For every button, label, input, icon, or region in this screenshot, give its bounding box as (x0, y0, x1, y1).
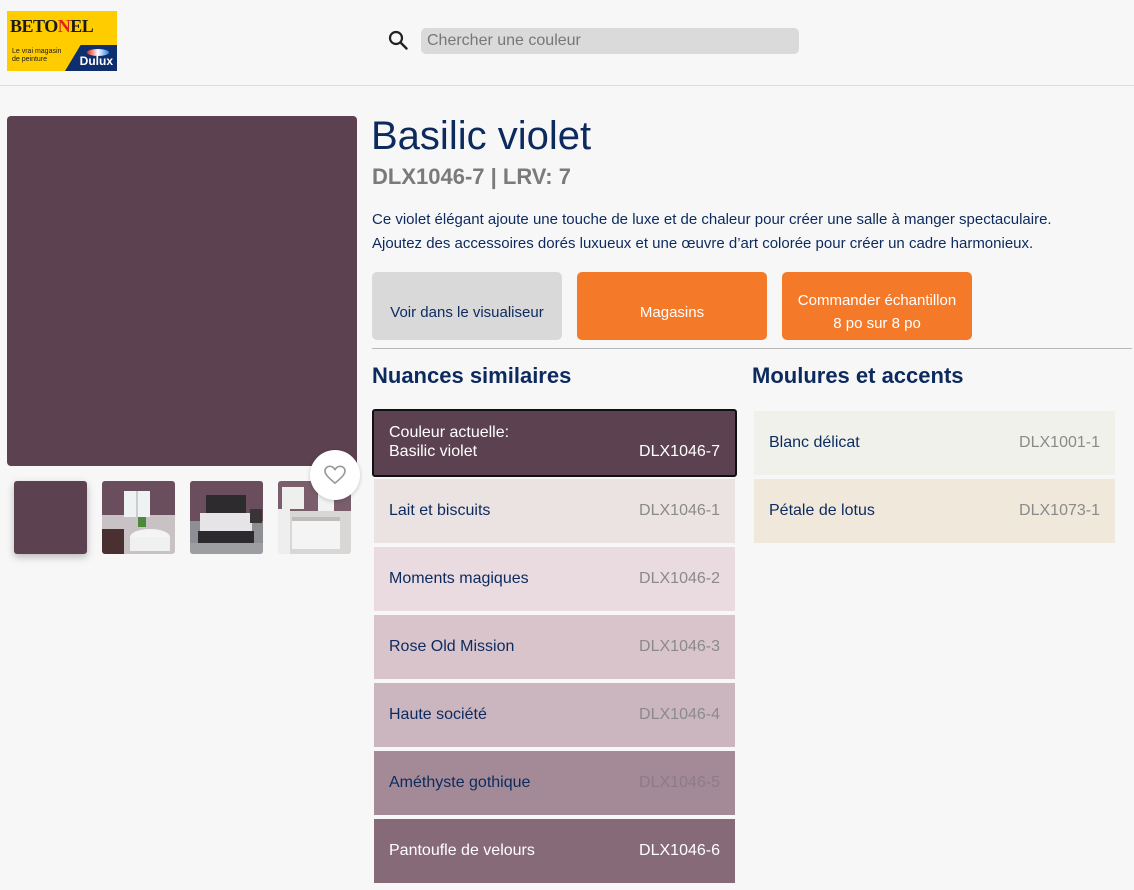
current-label: Couleur actuelle: (389, 424, 510, 441)
description-line-1: Ce violet élégant ajoute une touche de l… (372, 211, 1052, 228)
similar-shades-title: Nuances similaires (372, 363, 572, 388)
similar-shade-row[interactable]: Moments magiques DLX1046-2 (374, 547, 735, 611)
trim-row[interactable]: Blanc délicat DLX1001-1 (754, 411, 1115, 475)
color-description: Ce violet élégant ajoute une touche de l… (372, 208, 1132, 256)
betonel-dulux-logo[interactable]: BETONEL Le vrai magasin de peinture Dulu… (7, 11, 117, 71)
order-sample-button[interactable]: Commander échantillon 8 po sur 8 po (782, 272, 972, 340)
shade-code: DLX1046-3 (639, 638, 720, 655)
trim-name: Pétale de lotus (769, 502, 875, 519)
shade-name: Pantoufle de velours (389, 842, 535, 859)
similar-shade-row[interactable]: Haute société DLX1046-4 (374, 683, 735, 747)
color-code-lrv: DLX1046-7 | LRV: 7 (372, 164, 571, 189)
description-line-2: Ajoutez des accessoires dorés luxueux et… (372, 235, 1034, 252)
shade-code: DLX1046-5 (639, 774, 720, 791)
similar-shade-row[interactable]: Pantoufle de velours DLX1046-6 (374, 819, 735, 883)
site-header: BETONEL Le vrai magasin de peinture Dulu… (0, 0, 1134, 86)
search-icon[interactable] (388, 30, 408, 50)
main-color-swatch (7, 116, 357, 466)
color-name: Basilic violet (371, 114, 592, 158)
search-input[interactable] (421, 28, 799, 54)
bathroom-image (102, 481, 175, 554)
favorite-button[interactable] (310, 450, 360, 500)
thumbnail-bedroom[interactable] (190, 481, 263, 554)
shade-name: Haute société (389, 706, 487, 723)
similar-shade-current[interactable]: Couleur actuelle: Basilic violet DLX1046-… (372, 409, 737, 477)
order-sample-label: Commander échantillon (797, 292, 957, 309)
shade-name: Rose Old Mission (389, 638, 515, 655)
shade-code: DLX1046-6 (639, 842, 720, 859)
shade-name: Moments magiques (389, 570, 529, 587)
current-shade-code: DLX1046-7 (639, 443, 720, 460)
heart-icon (324, 465, 346, 485)
thumbnail-swatch[interactable] (14, 481, 87, 554)
visualiser-button[interactable]: Voir dans le visualiseur (372, 272, 562, 340)
section-divider (372, 348, 1132, 349)
shade-code: DLX1046-1 (639, 502, 720, 519)
stores-button[interactable]: Magasins (577, 272, 767, 340)
trim-name: Blanc délicat (769, 434, 860, 451)
shade-name: Améthyste gothique (389, 774, 531, 791)
similar-shade-row[interactable]: Lait et biscuits DLX1046-1 (374, 479, 735, 543)
logo-tagline: Le vrai magasin de peinture (12, 48, 62, 63)
thumbnail-bathroom[interactable] (102, 481, 175, 554)
dulux-badge: Dulux (65, 45, 117, 71)
shade-code: DLX1046-2 (639, 570, 720, 587)
trims-accents-title: Moulures et accents (752, 363, 964, 388)
logo-wordmark: BETONEL (10, 16, 94, 36)
trim-code: DLX1073-1 (1019, 502, 1100, 519)
current-shade-name: Couleur actuelle: Basilic violet (389, 423, 509, 461)
shade-code: DLX1046-4 (639, 706, 720, 723)
bedroom-image (190, 481, 263, 554)
shade-name: Lait et biscuits (389, 502, 491, 519)
similar-shade-row[interactable]: Rose Old Mission DLX1046-3 (374, 615, 735, 679)
trim-row[interactable]: Pétale de lotus DLX1073-1 (754, 479, 1115, 543)
order-sample-size: 8 po sur 8 po (833, 315, 921, 332)
trim-code: DLX1001-1 (1019, 434, 1100, 451)
current-shade-label: Basilic violet (389, 443, 478, 460)
similar-shade-row[interactable]: Améthyste gothique DLX1046-5 (374, 751, 735, 815)
